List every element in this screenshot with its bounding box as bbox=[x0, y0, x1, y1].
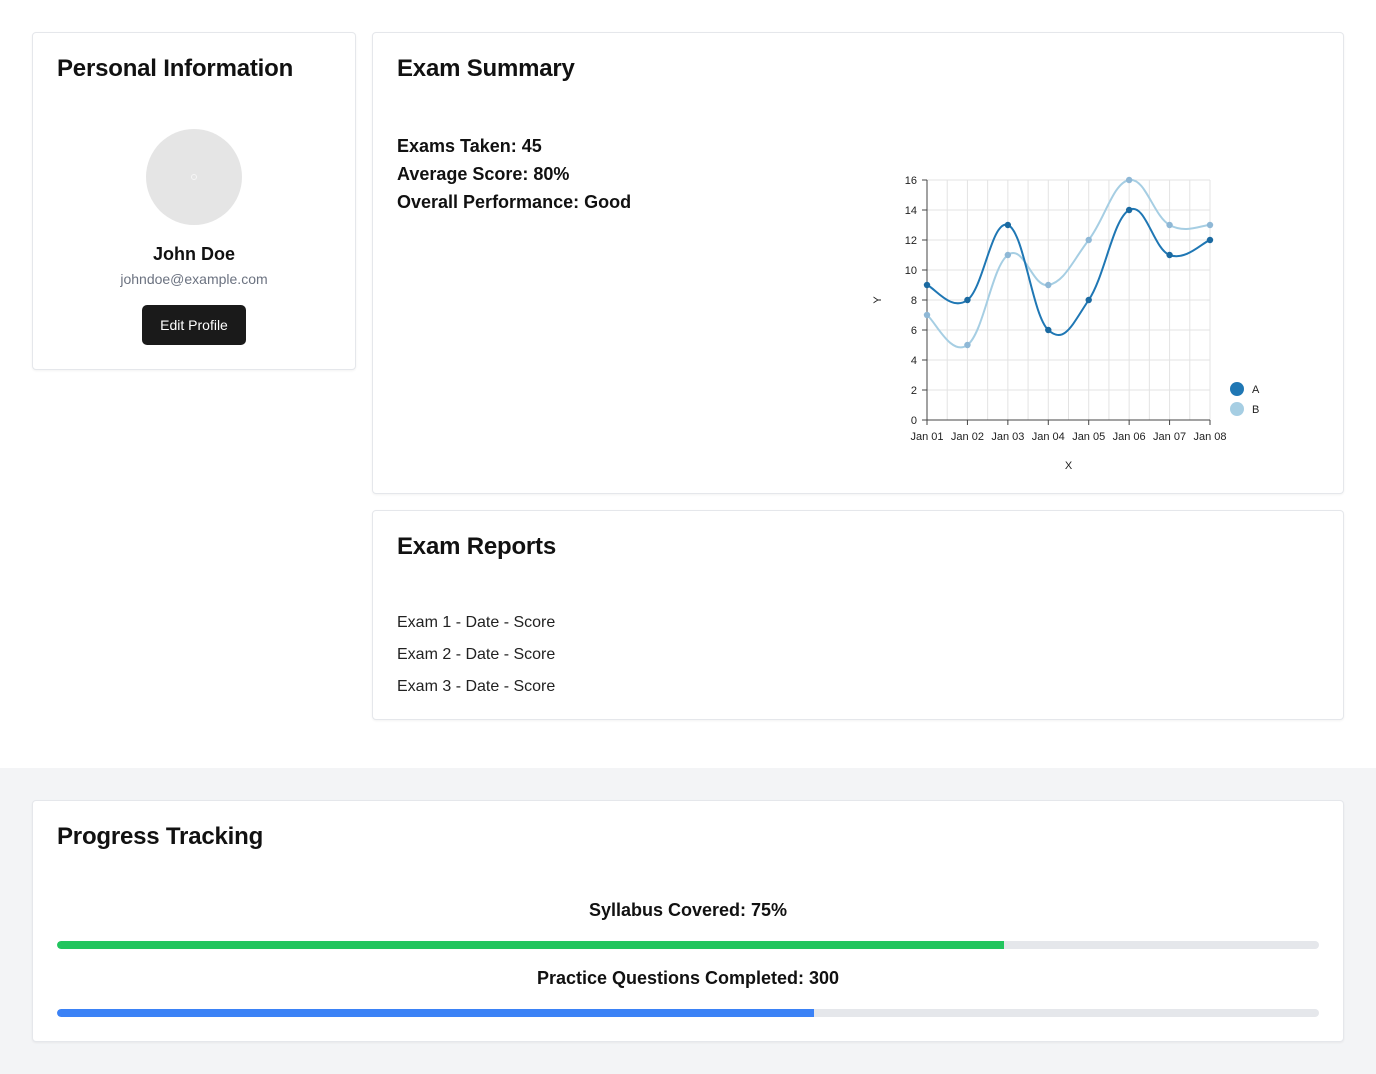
exams-taken: Exams Taken: 45 bbox=[397, 136, 542, 156]
practice-questions-label: Practice Questions Completed: 300 bbox=[536, 968, 840, 988]
y-tick-label: 12 bbox=[905, 235, 917, 247]
average-score: Average Score: 80% bbox=[397, 164, 570, 184]
legend-marker-B bbox=[1230, 402, 1244, 416]
practice-progress-bar bbox=[57, 1009, 1319, 1017]
x-tick-label: Jan 05 bbox=[1072, 431, 1105, 443]
y-tick-label: 8 bbox=[911, 295, 917, 307]
legend-label-B: B bbox=[1252, 404, 1259, 416]
data-point-B bbox=[1045, 281, 1052, 289]
x-tick-label: Jan 02 bbox=[951, 431, 984, 443]
personal-info-card: Personal Information John Doe johndoe@ex… bbox=[32, 32, 356, 370]
exam-summary-title: Exam Summary bbox=[397, 55, 575, 82]
exam-reports-title: Exam Reports bbox=[397, 533, 556, 560]
legend-label-A: A bbox=[1252, 384, 1260, 396]
summary-stats: Exams Taken: 45 Average Score: 80% Overa… bbox=[397, 132, 631, 216]
exam-reports-list: Exam 1 - Date - Score Exam 2 - Date - Sc… bbox=[397, 607, 555, 703]
x-tick-label: Jan 08 bbox=[1193, 431, 1226, 443]
data-point-A bbox=[1045, 326, 1052, 334]
data-point-B bbox=[1206, 221, 1214, 229]
exam-report-item[interactable]: Exam 1 - Date - Score bbox=[397, 607, 555, 639]
progress-tracking-card: Progress Tracking Syllabus Covered: 75% … bbox=[32, 800, 1344, 1042]
syllabus-covered-label: Syllabus Covered: 75% bbox=[588, 900, 788, 920]
data-point-B bbox=[1125, 176, 1133, 184]
y-tick-label: 4 bbox=[911, 355, 917, 367]
y-tick-label: 6 bbox=[911, 325, 917, 337]
y-tick-label: 14 bbox=[905, 205, 917, 217]
y-tick-label: 0 bbox=[911, 415, 917, 427]
data-point-A bbox=[1004, 221, 1012, 229]
x-tick-label: Jan 04 bbox=[1032, 431, 1065, 443]
x-tick-label: Jan 07 bbox=[1153, 431, 1186, 443]
x-tick-label: Jan 03 bbox=[991, 431, 1024, 443]
y-tick-label: 16 bbox=[905, 175, 917, 187]
edit-profile-button[interactable]: Edit Profile bbox=[142, 305, 246, 345]
legend-marker-A bbox=[1230, 382, 1244, 396]
avatar bbox=[146, 129, 242, 225]
data-point-B bbox=[1085, 236, 1092, 244]
x-tick-label: Jan 06 bbox=[1113, 431, 1146, 443]
practice-progress-fill bbox=[57, 1009, 815, 1017]
exam-score-chart: 0 2 4 6 8 10 12 14 16 Jan 01 Jan 02 Jan 03 Jan 04 Jan… bbox=[872, 175, 1260, 472]
exam-reports-card: Exam Reports Exam 1 - Date - Score Exam … bbox=[372, 510, 1344, 720]
syllabus-progress-fill bbox=[57, 941, 1004, 949]
data-point-A bbox=[1085, 296, 1092, 304]
avatar-placeholder-icon bbox=[191, 174, 197, 180]
exam-report-item[interactable]: Exam 3 - Date - Score bbox=[397, 671, 555, 703]
progress-tracking-title: Progress Tracking bbox=[57, 823, 264, 850]
y-tick-label: 2 bbox=[911, 385, 917, 397]
exam-summary-card: Exam Summary Exams Taken: 45 Average Sco… bbox=[372, 32, 1344, 494]
data-point-A bbox=[964, 296, 971, 304]
data-point-A bbox=[923, 281, 931, 289]
data-point-B bbox=[1166, 221, 1173, 229]
overall-performance: Overall Performance: Good bbox=[397, 192, 632, 212]
y-axis-title: Y bbox=[872, 296, 884, 304]
data-point-A bbox=[1166, 251, 1173, 259]
y-tick-label: 10 bbox=[905, 265, 917, 277]
syllabus-progress-bar bbox=[57, 941, 1319, 949]
data-point-B bbox=[1004, 251, 1012, 259]
user-email: johndoe@example.com bbox=[120, 271, 268, 287]
personal-info-title: Personal Information bbox=[57, 55, 294, 82]
exam-report-item[interactable]: Exam 2 - Date - Score bbox=[397, 639, 555, 671]
x-axis-title: X bbox=[1065, 460, 1073, 472]
x-tick-label: Jan 01 bbox=[910, 431, 943, 443]
data-point-B bbox=[923, 311, 931, 319]
data-point-B bbox=[964, 341, 971, 349]
data-point-A bbox=[1206, 236, 1214, 244]
data-point-A bbox=[1125, 206, 1133, 214]
user-name: John Doe bbox=[152, 244, 235, 264]
